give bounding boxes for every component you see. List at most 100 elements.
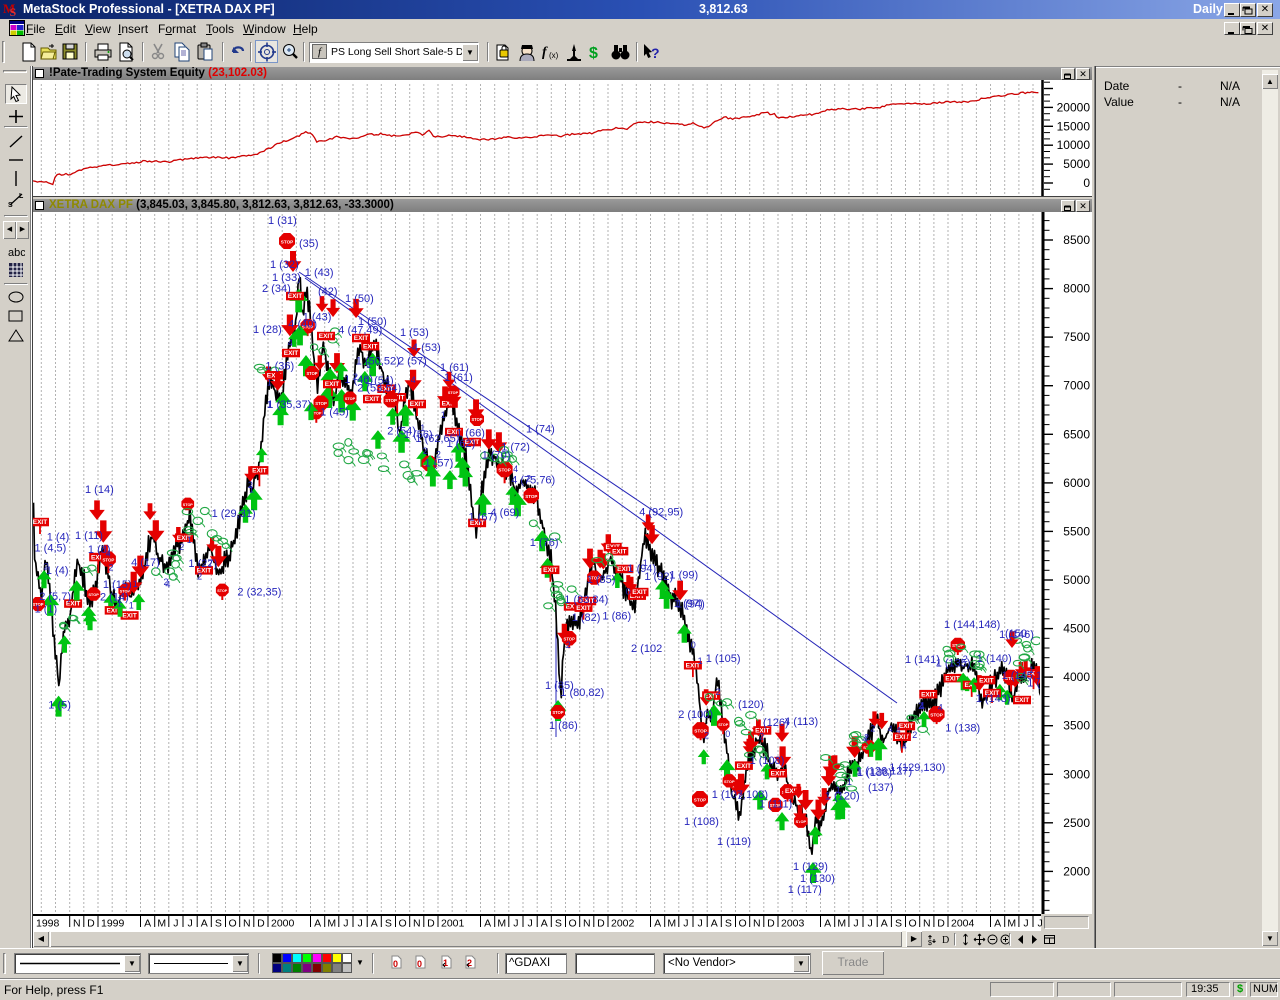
- svg-text:J: J: [683, 918, 688, 930]
- svg-text:J: J: [1023, 918, 1028, 930]
- svg-text:10000: 10000: [1057, 138, 1091, 152]
- svg-text:EXIT: EXIT: [122, 613, 136, 620]
- svg-text:EXIT: EXIT: [543, 567, 557, 574]
- svg-text:1: 1: [129, 601, 134, 611]
- svg-text:$: $: [589, 45, 598, 62]
- svg-text:2: 2: [759, 731, 764, 741]
- svg-text:J: J: [173, 918, 178, 930]
- svg-text:1999: 1999: [101, 918, 125, 930]
- svg-text:4500: 4500: [1063, 622, 1090, 636]
- svg-text:1 (4): 1 (4): [46, 565, 69, 577]
- svg-text:EXIT: EXIT: [632, 589, 646, 596]
- svg-text:STOP: STOP: [306, 371, 317, 376]
- svg-text:?: ?: [651, 45, 660, 61]
- svg-text:N: N: [73, 918, 81, 930]
- svg-text:A: A: [371, 918, 378, 930]
- svg-text:A: A: [201, 918, 208, 930]
- svg-text:1 (4): 1 (4): [47, 532, 70, 544]
- svg-text:L: L: [19, 193, 24, 200]
- svg-text:1 (138): 1 (138): [857, 767, 892, 779]
- svg-text:J: J: [867, 918, 872, 930]
- svg-text:1 (62): 1 (62): [447, 438, 476, 450]
- svg-text:4: 4: [896, 725, 901, 735]
- svg-text:1 (129,130): 1 (129,130): [889, 762, 945, 774]
- svg-text:1 (5): 1 (5): [48, 699, 71, 711]
- svg-text:2: 2: [716, 687, 721, 697]
- svg-text:D: D: [257, 918, 265, 930]
- svg-text:4 (69): 4 (69): [491, 507, 520, 519]
- svg-text:1 (99): 1 (99): [669, 570, 698, 582]
- svg-text:2: 2: [164, 577, 169, 587]
- svg-text:1 (36): 1 (36): [265, 361, 294, 373]
- svg-text:A: A: [144, 918, 151, 930]
- svg-text:M: M: [157, 918, 166, 930]
- svg-text:D: D: [767, 918, 775, 930]
- svg-text:J: J: [1037, 918, 1042, 930]
- svg-text:1 (141): 1 (141): [905, 654, 940, 666]
- svg-text:S: S: [895, 918, 902, 930]
- svg-text:STOP: STOP: [718, 723, 729, 727]
- svg-text:4000: 4000: [1063, 670, 1090, 684]
- svg-text:1 (11): 1 (11): [75, 530, 103, 542]
- svg-text:1 (85): 1 (85): [587, 574, 616, 586]
- svg-text:4: 4: [919, 701, 924, 711]
- svg-text:O: O: [909, 918, 917, 930]
- svg-text:D: D: [942, 935, 949, 946]
- svg-text:0: 0: [725, 729, 730, 739]
- svg-text:1: 1: [267, 377, 272, 387]
- svg-text:5000: 5000: [1063, 573, 1090, 587]
- svg-text:1 (138): 1 (138): [945, 722, 980, 734]
- svg-text:2: 2: [912, 730, 917, 740]
- svg-text:2 (14): 2 (14): [100, 591, 129, 603]
- svg-text:0: 0: [417, 959, 422, 969]
- svg-text:1 (119): 1 (119): [717, 836, 751, 848]
- svg-text:S: S: [10, 5, 17, 18]
- svg-text:STOP: STOP: [552, 710, 563, 715]
- svg-text:6500: 6500: [1063, 427, 1090, 441]
- svg-text:M: M: [667, 918, 676, 930]
- svg-text:2000: 2000: [271, 918, 295, 930]
- svg-text:2 (102: 2 (102: [631, 643, 662, 655]
- svg-text:STOP: STOP: [315, 401, 327, 406]
- svg-text:(x): (x): [549, 51, 559, 60]
- svg-text:20000: 20000: [1057, 100, 1091, 114]
- svg-text:1 (72): 1 (72): [501, 442, 530, 454]
- svg-text:4: 4: [411, 375, 416, 385]
- svg-text:1 (117): 1 (117): [788, 884, 822, 896]
- svg-text:STOP: STOP: [385, 398, 397, 403]
- svg-text:1: 1: [441, 410, 446, 420]
- svg-text:STOP: STOP: [88, 592, 99, 597]
- svg-text:2000: 2000: [1063, 864, 1090, 878]
- svg-text:1 (94): 1 (94): [676, 598, 705, 610]
- svg-text:EXIT: EXIT: [410, 401, 424, 408]
- svg-text:STOP: STOP: [724, 779, 735, 784]
- svg-text:S: S: [215, 918, 222, 930]
- svg-text:O: O: [399, 918, 407, 930]
- svg-text:1 (15): 1 (15): [103, 579, 132, 591]
- svg-text:4 (53): 4 (53): [412, 342, 441, 354]
- svg-text:S: S: [555, 918, 562, 930]
- svg-text:2: 2: [467, 958, 472, 968]
- svg-text:J: J: [697, 918, 702, 930]
- svg-text:2004: 2004: [951, 918, 975, 930]
- svg-text:S: S: [725, 918, 732, 930]
- svg-text:1 (4,5): 1 (4,5): [35, 543, 67, 555]
- svg-text:1 (143): 1 (143): [976, 693, 1011, 705]
- svg-text:STOP: STOP: [345, 397, 356, 401]
- svg-text:N: N: [243, 918, 251, 930]
- svg-text:1 (86): 1 (86): [602, 611, 631, 623]
- svg-text:4: 4: [288, 338, 293, 348]
- svg-text:1 (140): 1 (140): [977, 653, 1012, 665]
- svg-text:3000: 3000: [1063, 767, 1090, 781]
- svg-text:M: M: [1007, 918, 1016, 930]
- svg-text:2 (5,7): 2 (5,7): [39, 591, 71, 603]
- svg-text:A: A: [541, 918, 548, 930]
- svg-text:M: M: [497, 918, 506, 930]
- svg-text:(120): (120): [738, 699, 764, 711]
- svg-text:J: J: [343, 918, 348, 930]
- svg-text:4 (40): 4 (40): [288, 319, 317, 331]
- svg-text:1 (50,52): 1 (50,52): [356, 356, 400, 368]
- svg-text:EXIT: EXIT: [252, 468, 266, 475]
- svg-text:5000: 5000: [1063, 157, 1090, 171]
- svg-text:3500: 3500: [1063, 719, 1090, 733]
